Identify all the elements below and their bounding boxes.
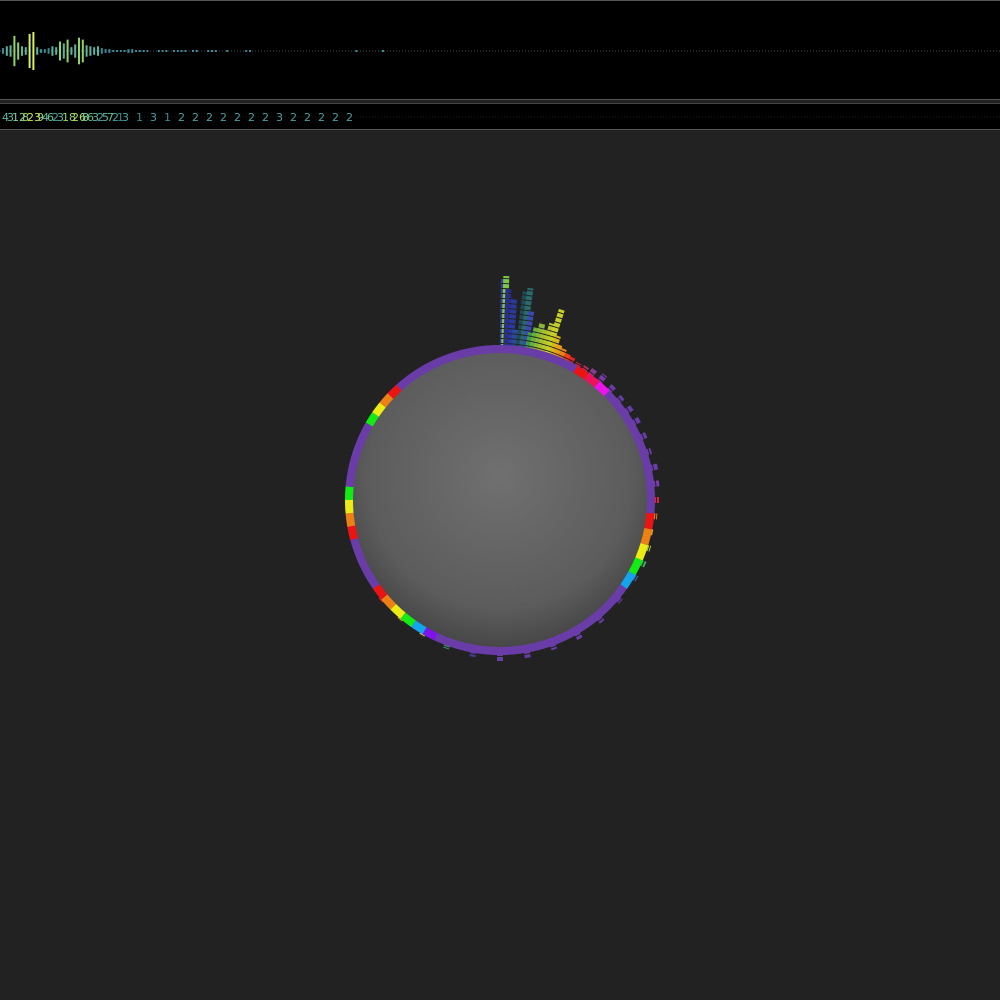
circular-spectrum: [0, 130, 1000, 1000]
waveform-bar: [81, 39, 84, 63]
visualizer-window: 4 3 12 8 23 9 4 6 2 3 18 26 8 6 3 2 5 7 2 1 3 1 3 1 2 2 2 2 2 2 2 3 2 2 2 2…: [0, 0, 1000, 1000]
waveform-bar: [195, 50, 198, 52]
waveform-bar: [249, 50, 251, 52]
waveform-bar: [5, 46, 8, 56]
waveform-bar: [43, 49, 46, 53]
count-label: 3: [276, 111, 283, 124]
waveform-strip: [0, 0, 1000, 100]
waveform-bar: [173, 50, 175, 52]
count-label: 1: [136, 111, 143, 124]
waveform-bar: [21, 46, 23, 56]
waveform-bar: [355, 50, 358, 52]
waveform-bar: [245, 50, 248, 52]
spectrum-bar: [510, 328, 519, 349]
waveform-bar: [62, 43, 65, 59]
waveform-bar: [55, 47, 58, 55]
count-label: 3: [122, 111, 129, 124]
waveform-bar: [131, 49, 134, 53]
waveform-bar: [2, 48, 4, 54]
waveform-bar: [100, 48, 103, 54]
waveform-bar: [24, 47, 27, 55]
waveform-bar: [108, 49, 111, 53]
count-label: 2: [248, 111, 255, 124]
count-label: 2: [178, 111, 185, 124]
waveform-bar: [78, 37, 80, 65]
waveform-bar: [180, 50, 183, 52]
waveform-bar: [226, 50, 229, 52]
ring-segment: [345, 499, 356, 514]
waveform-bar: [176, 50, 179, 52]
waveform-bar: [47, 48, 50, 54]
ring-segment: [345, 486, 356, 501]
ring-segment: [642, 512, 655, 530]
count-label: 2: [192, 111, 199, 124]
count-label: 2: [290, 111, 297, 124]
waveform-bar: [119, 50, 122, 52]
waveform-bar: [32, 32, 35, 70]
waveform-graph: [0, 32, 1000, 70]
count-label: 2: [318, 111, 325, 124]
center-sphere: [353, 353, 647, 647]
count-label: 2: [262, 111, 269, 124]
ring-segment: [347, 525, 360, 541]
waveform-bar: [207, 50, 210, 52]
waveform-bar: [127, 49, 130, 53]
waveform-bar: [142, 50, 145, 52]
waveform-bar: [123, 50, 126, 52]
waveform-bar: [192, 50, 194, 52]
ring-segment: [638, 527, 653, 546]
waveform-bar: [85, 45, 88, 57]
waveform-bar: [40, 49, 42, 53]
count-readout-strip: 4 3 12 8 23 9 4 6 2 3 18 26 8 6 3 2 5 7 2 1 3 1 3 1 2 2 2 2 2 2 2 3 2 2 2 2…: [0, 103, 1000, 130]
waveform-bar: [89, 46, 92, 56]
waveform-bar: [112, 50, 115, 52]
waveform-bar: [138, 50, 141, 52]
count-label: 2: [304, 111, 311, 124]
waveform-bar: [66, 39, 69, 63]
waveform-bar: [13, 35, 16, 67]
waveform-bar: [70, 47, 73, 55]
waveform-bar: [146, 50, 149, 52]
waveform-bar: [9, 45, 12, 57]
waveform-bar: [184, 50, 187, 52]
count-label: 1: [164, 111, 171, 124]
count-readout: 4312823946231826863257213 1 3 1 2 2 2 2 2 2 2 3 2 2 2 2…: [0, 111, 1000, 124]
count-label: 3: [150, 111, 157, 124]
waveform-bar: [157, 50, 160, 52]
waveform-bar: [17, 42, 20, 60]
spectrum-bar: [515, 291, 529, 350]
spectrum-ring: [345, 276, 660, 661]
count-label: 2: [220, 111, 227, 124]
waveform-bar: [36, 47, 39, 55]
waveform-bar: [214, 50, 217, 52]
waveform-bar: [59, 41, 61, 61]
waveform-bar: [28, 33, 31, 69]
waveform-bar: [93, 47, 96, 55]
waveform-bar: [165, 50, 168, 52]
count-label: 2: [234, 111, 241, 124]
waveform-bar: [74, 44, 77, 58]
waveform-bar: [211, 50, 213, 52]
waveform-bar: [116, 50, 118, 52]
waveform-bar: [161, 50, 164, 52]
waveform-bar: [104, 49, 107, 53]
waveform-bar: [97, 46, 99, 56]
waveform-bar: [51, 46, 54, 56]
count-label: 2: [206, 111, 213, 124]
count-label: 2: [332, 111, 339, 124]
waveform-bar: [382, 50, 384, 52]
waveform-bar: [135, 50, 137, 52]
count-label: 2: [346, 111, 353, 124]
ring-segment: [345, 512, 358, 527]
